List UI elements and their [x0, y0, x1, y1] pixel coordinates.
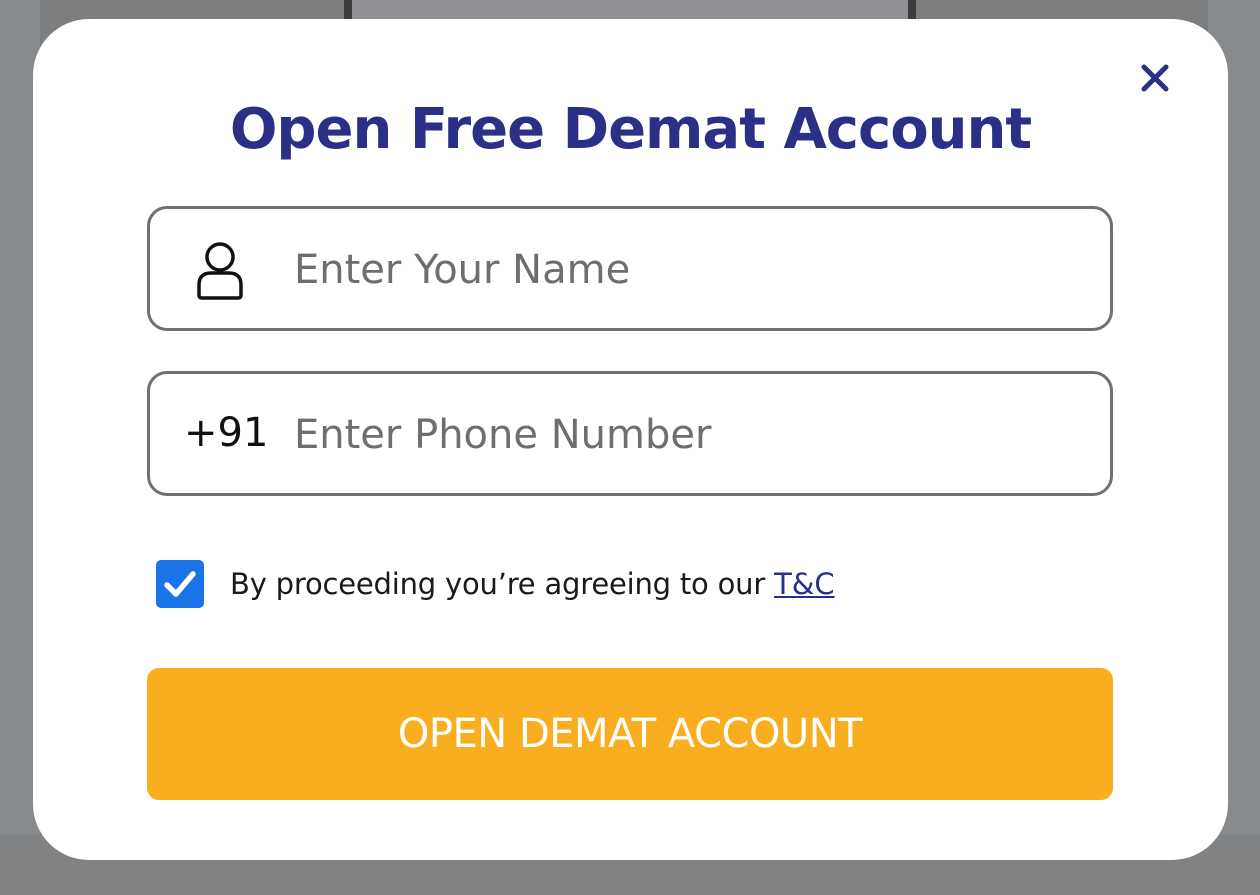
close-button[interactable]: [1136, 59, 1174, 97]
name-input[interactable]: [294, 241, 1084, 299]
country-code-prefix: +91: [184, 410, 269, 456]
phone-input[interactable]: [294, 406, 1084, 464]
modal-title: Open Free Demat Account: [229, 97, 1032, 162]
terms-checkbox[interactable]: [156, 560, 204, 608]
consent-text: By proceeding you’re agreeing to our: [230, 567, 766, 601]
phone-field[interactable]: +91: [147, 371, 1113, 496]
open-demat-account-button[interactable]: OPEN DEMAT ACCOUNT: [147, 668, 1113, 800]
user-icon: [190, 239, 250, 301]
terms-link[interactable]: T&C: [774, 567, 835, 601]
close-icon: [1141, 64, 1169, 92]
checkmark-icon: [164, 571, 196, 597]
name-field[interactable]: [147, 206, 1113, 331]
demat-account-modal: Open Free Demat Account +91 By proceedin…: [33, 19, 1228, 860]
consent-row: By proceeding you’re agreeing to our T&C: [156, 560, 835, 608]
